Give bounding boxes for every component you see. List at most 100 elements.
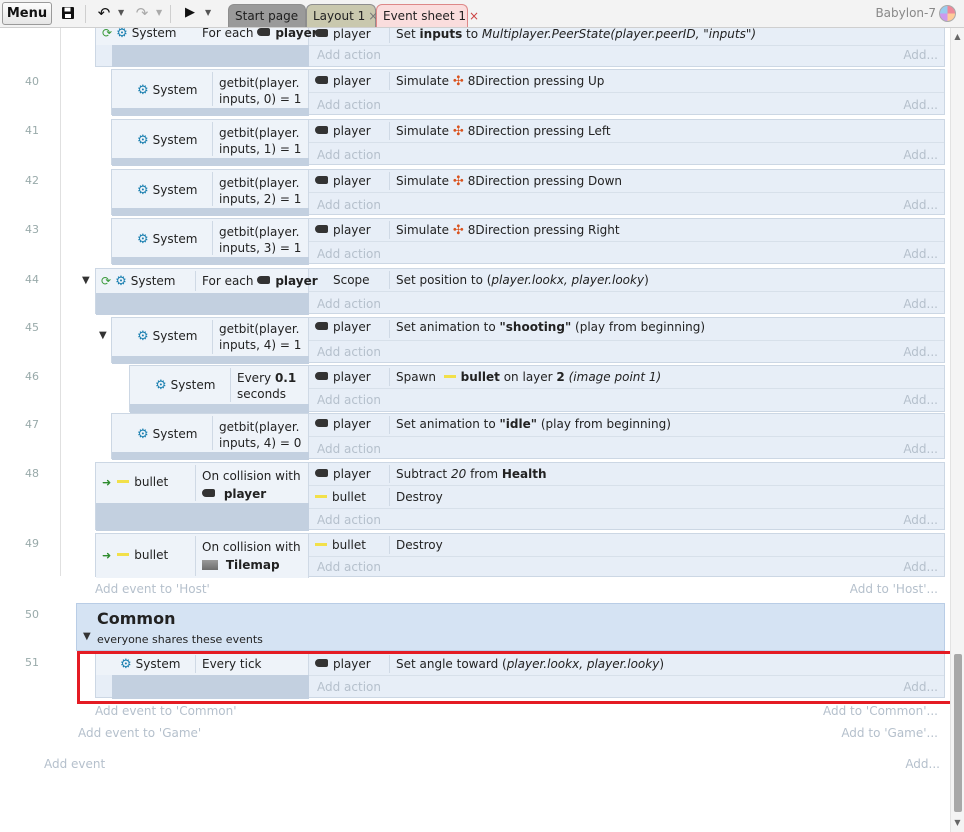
condition-text[interactable]: For each player bbox=[202, 28, 318, 40]
condition-object[interactable]: ⚙ System bbox=[137, 232, 197, 247]
add-action-link[interactable]: Add action bbox=[317, 560, 381, 574]
condition-object[interactable]: ➜ bullet bbox=[102, 548, 168, 562]
condition-object[interactable]: ⚙ System bbox=[137, 427, 197, 442]
add-action-link[interactable]: Add action bbox=[317, 98, 381, 112]
condition-object[interactable]: ⚙ System bbox=[155, 378, 215, 393]
action-row[interactable]: player Simulate ✣ 8Direction pressing Up bbox=[309, 70, 944, 93]
event-row[interactable]: ➜ bullet On collision with Tilemap bullet… bbox=[95, 533, 945, 578]
condition-text[interactable]: Every 0.1 seconds bbox=[237, 370, 296, 402]
condition-block[interactable]: ➜ bullet On collision with Tilemap bbox=[96, 534, 309, 578]
condition-block[interactable]: ⚙ System getbit(player. inputs, 1) = 1 bbox=[112, 120, 309, 158]
add-more-link[interactable]: Add... bbox=[903, 442, 938, 456]
condition-text[interactable]: getbit(player. inputs, 3) = 1 bbox=[219, 224, 301, 256]
event-row[interactable]: ⚙ System getbit(player. inputs, 1) = 1 pla… bbox=[111, 119, 945, 166]
add-action-link[interactable]: Add action bbox=[317, 442, 381, 456]
add-more-link[interactable]: Add... bbox=[903, 198, 938, 212]
add-more-link[interactable]: Add... bbox=[903, 560, 938, 574]
menu-button[interactable]: Menu bbox=[2, 2, 52, 25]
add-action-link[interactable]: Add action bbox=[317, 297, 381, 311]
condition-text[interactable]: getbit(player. inputs, 4) = 1 bbox=[219, 321, 301, 353]
condition-object[interactable]: ⟳ ⚙ System bbox=[102, 28, 176, 41]
save-icon[interactable] bbox=[58, 3, 78, 23]
add-action-link[interactable]: Add action bbox=[317, 345, 381, 359]
project-avatar[interactable] bbox=[939, 5, 956, 22]
action-row[interactable]: player Spawn bullet on layer 2 (image po… bbox=[309, 366, 944, 389]
action-row[interactable]: player Simulate ✣ 8Direction pressing Dow… bbox=[309, 170, 944, 193]
action-row[interactable]: player Set inputs to Multiplayer.PeerSta… bbox=[309, 28, 944, 46]
add-event-to-common-link[interactable]: Add event to 'Common' bbox=[95, 704, 237, 718]
add-action-link[interactable]: Add action bbox=[317, 48, 381, 62]
event-sheet[interactable]: ⟳ ⚙ System For each player player Set inpu… bbox=[0, 28, 950, 832]
condition-text[interactable]: getbit(player. inputs, 0) = 1 bbox=[219, 75, 301, 107]
condition-text[interactable]: getbit(player. inputs, 1) = 1 bbox=[219, 125, 301, 157]
condition-block[interactable]: ⚙ System getbit(player. inputs, 0) = 1 bbox=[112, 70, 309, 108]
add-to-common-link[interactable]: Add to 'Common'... bbox=[823, 704, 938, 718]
condition-object[interactable]: ➜ bullet bbox=[102, 475, 168, 489]
condition-block[interactable]: ⚙ System getbit(player. inputs, 3) = 1 bbox=[112, 219, 309, 257]
condition-text[interactable]: On collision with Tilemap bbox=[202, 538, 301, 574]
redo-dropdown-icon[interactable]: ▼ bbox=[156, 6, 162, 20]
condition-block[interactable]: ⟳ ⚙ System For each player bbox=[96, 28, 318, 45]
action-row[interactable]: player Simulate ✣ 8Direction pressing Rig… bbox=[309, 219, 944, 242]
add-to-game-link[interactable]: Add to 'Game'... bbox=[841, 726, 938, 740]
add-action-link[interactable]: Add action bbox=[317, 198, 381, 212]
add-more-link[interactable]: Add... bbox=[903, 345, 938, 359]
condition-object[interactable]: ⚙ System bbox=[137, 329, 197, 344]
condition-block[interactable]: ➜ bullet On collision with player bbox=[96, 463, 309, 503]
action-row[interactable]: player Set animation to "shooting" (play… bbox=[309, 318, 944, 341]
event-row[interactable]: ⚙ System getbit(player. inputs, 4) = 1 pla… bbox=[111, 317, 945, 364]
event-row[interactable]: ⚙ System getbit(player. inputs, 0) = 1 pla… bbox=[111, 69, 945, 116]
play-icon[interactable]: ▶ bbox=[181, 3, 199, 23]
add-link[interactable]: Add... bbox=[905, 757, 940, 771]
add-event-to-game-link[interactable]: Add event to 'Game' bbox=[78, 726, 201, 740]
action-row[interactable]: player Simulate ✣ 8Direction pressing Lef… bbox=[309, 120, 944, 143]
add-action-link[interactable]: Add action bbox=[317, 148, 381, 162]
add-more-link[interactable]: Add... bbox=[903, 513, 938, 527]
tab-start-page[interactable]: Start page bbox=[228, 4, 306, 27]
condition-object[interactable]: ⟳ ⚙ System bbox=[101, 274, 175, 289]
add-more-link[interactable]: Add... bbox=[903, 48, 938, 62]
condition-object[interactable]: ⚙ System bbox=[137, 83, 197, 98]
event-row[interactable]: ⚙ System getbit(player. inputs, 3) = 1 pla… bbox=[111, 218, 945, 265]
condition-empty-area[interactable] bbox=[112, 45, 309, 67]
condition-block[interactable]: ⟳ ⚙ System For each player bbox=[96, 269, 318, 293]
action-row[interactable]: bullet Destroy bbox=[309, 534, 944, 557]
condition-block[interactable]: ⚙ System getbit(player. inputs, 4) = 1 bbox=[112, 318, 309, 356]
condition-text[interactable]: On collision with player bbox=[202, 467, 301, 503]
undo-dropdown-icon[interactable]: ▼ bbox=[118, 6, 124, 20]
condition-text[interactable]: getbit(player. inputs, 4) = 0 bbox=[219, 419, 301, 451]
add-more-link[interactable]: Add... bbox=[903, 297, 938, 311]
vertical-scrollbar[interactable]: ▲ ▼ bbox=[950, 28, 964, 832]
undo-icon[interactable]: ↶ bbox=[94, 3, 114, 23]
tab-layout-1[interactable]: Layout 1 × bbox=[306, 4, 378, 27]
tab-event-sheet-1[interactable]: Event sheet 1 × bbox=[376, 4, 479, 27]
event-row[interactable]: ⚙ System Every 0.1 seconds player Spawn bu… bbox=[129, 365, 945, 413]
collapse-toggle-icon[interactable]: ▼ bbox=[82, 275, 90, 286]
add-event-to-host-link[interactable]: Add event to 'Host' bbox=[95, 582, 210, 596]
action-row[interactable]: Scope Set position to (player.lookx, pla… bbox=[309, 269, 944, 292]
play-dropdown-icon[interactable]: ▼ bbox=[205, 6, 211, 20]
collapse-toggle-icon[interactable]: ▼ bbox=[83, 631, 91, 642]
add-more-link[interactable]: Add... bbox=[903, 98, 938, 112]
redo-icon[interactable]: ↷ bbox=[132, 3, 152, 23]
event-row[interactable]: ⟳ ⚙ System For each player Scope Set posit… bbox=[95, 268, 945, 315]
condition-block[interactable]: ⚙ System getbit(player. inputs, 4) = 0 bbox=[112, 414, 309, 452]
collapse-toggle-icon[interactable]: ▼ bbox=[99, 330, 107, 341]
add-more-link[interactable]: Add... bbox=[903, 247, 938, 261]
add-more-link[interactable]: Add... bbox=[903, 393, 938, 407]
condition-object[interactable]: ⚙ System bbox=[137, 183, 197, 198]
condition-text[interactable]: For each player bbox=[202, 274, 318, 288]
action-row[interactable]: player Subtract 20 from Health bbox=[309, 463, 944, 486]
add-action-link[interactable]: Add action bbox=[317, 393, 381, 407]
event-row[interactable]: ➜ bullet On collision with player player … bbox=[95, 462, 945, 531]
add-more-link[interactable]: Add... bbox=[903, 148, 938, 162]
scroll-thumb[interactable] bbox=[954, 654, 962, 812]
close-icon[interactable]: × bbox=[469, 9, 479, 23]
add-action-link[interactable]: Add action bbox=[317, 513, 381, 527]
add-event-link[interactable]: Add event bbox=[44, 757, 105, 771]
event-row[interactable]: ⚙ System getbit(player. inputs, 4) = 0 pla… bbox=[111, 413, 945, 460]
group-common[interactable]: Common ▼ everyone shares these events bbox=[76, 603, 945, 651]
condition-block[interactable]: ⚙ System getbit(player. inputs, 2) = 1 bbox=[112, 170, 309, 208]
action-row[interactable]: player Set animation to "idle" (play fro… bbox=[309, 414, 944, 437]
condition-object[interactable]: ⚙ System bbox=[137, 133, 197, 148]
